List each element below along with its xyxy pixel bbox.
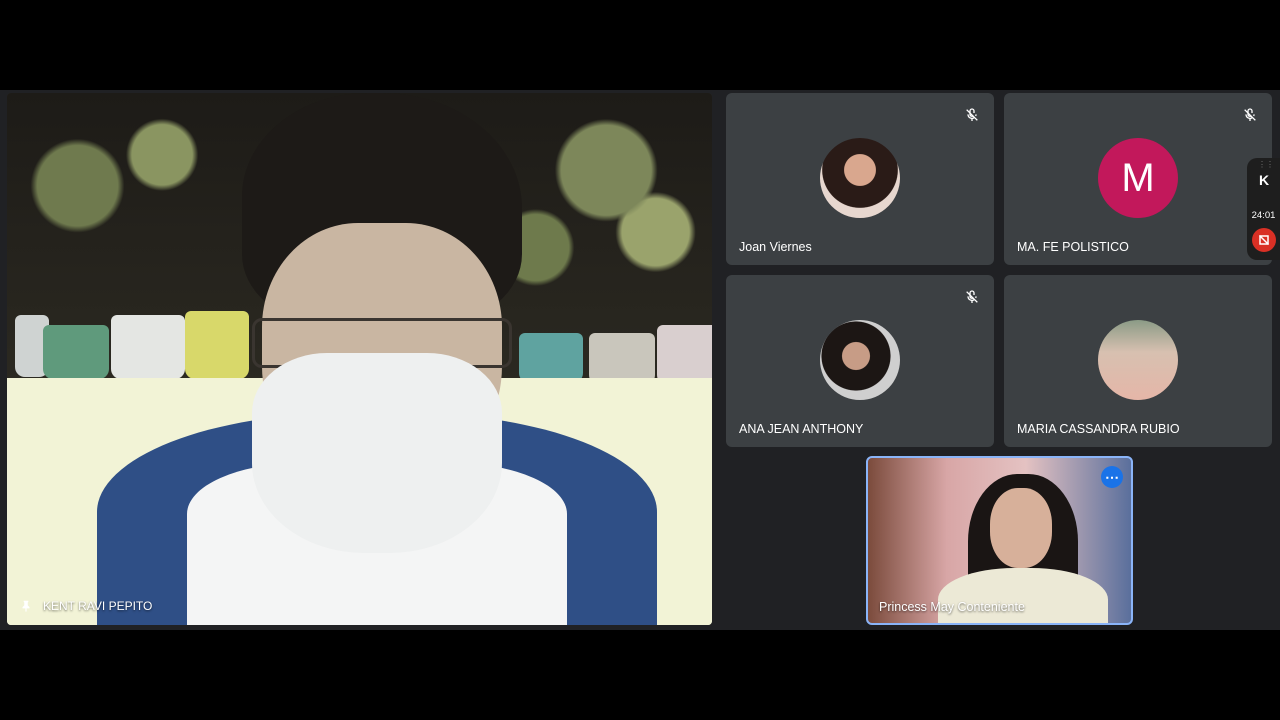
pin-icon[interactable] <box>17 597 35 615</box>
self-shirt <box>938 568 1108 623</box>
stop-recording-button[interactable] <box>1252 228 1276 252</box>
participant-avatar <box>820 138 900 218</box>
plant-pot <box>43 325 109 379</box>
participant-avatar <box>1098 320 1178 400</box>
participant-name: ANA JEAN ANTHONY <box>739 422 864 436</box>
participant-name: Joan Viernes <box>739 240 812 254</box>
recording-timer: 24:01 <box>1251 210 1276 221</box>
main-speaker-label: KENT RAVI PEPITO <box>17 597 152 615</box>
participant-name: MA. FE POLISTICO <box>1017 240 1129 254</box>
participant-tile[interactable]: MARIA CASSANDRA RUBIO <box>1004 275 1272 447</box>
main-speaker-name: KENT RAVI PEPITO <box>43 599 153 613</box>
self-face <box>990 488 1052 568</box>
speaker-video <box>97 93 657 625</box>
self-view-tile[interactable]: ⋯ Princess May Conteniente <box>866 456 1133 625</box>
participant-name: MARIA CASSANDRA RUBIO <box>1017 422 1180 436</box>
participant-avatar <box>820 320 900 400</box>
participant-avatar: M <box>1098 138 1178 218</box>
self-name: Princess May Conteniente <box>879 600 1025 614</box>
mic-off-icon <box>1242 107 1258 123</box>
participant-tile[interactable]: Joan Viernes <box>726 93 994 265</box>
extension-logo-icon[interactable]: K <box>1253 172 1275 192</box>
participant-tile[interactable]: M MA. FE POLISTICO <box>1004 93 1272 265</box>
meeting-stage: KENT RAVI PEPITO Joan Viernes M MA. FE P… <box>0 90 1280 630</box>
mic-off-icon <box>964 107 980 123</box>
participant-tile[interactable]: ANA JEAN ANTHONY <box>726 275 994 447</box>
side-widget[interactable]: ⋮⋮ K 24:01 <box>1247 158 1280 260</box>
main-speaker-tile[interactable]: KENT RAVI PEPITO <box>7 93 712 625</box>
drag-handle-icon[interactable]: ⋮⋮ <box>1258 161 1274 169</box>
plant-pot <box>657 325 712 385</box>
stop-icon <box>1258 234 1270 246</box>
speaker-mask <box>252 353 502 553</box>
more-options-icon[interactable]: ⋯ <box>1101 466 1123 488</box>
mic-off-icon <box>964 289 980 305</box>
